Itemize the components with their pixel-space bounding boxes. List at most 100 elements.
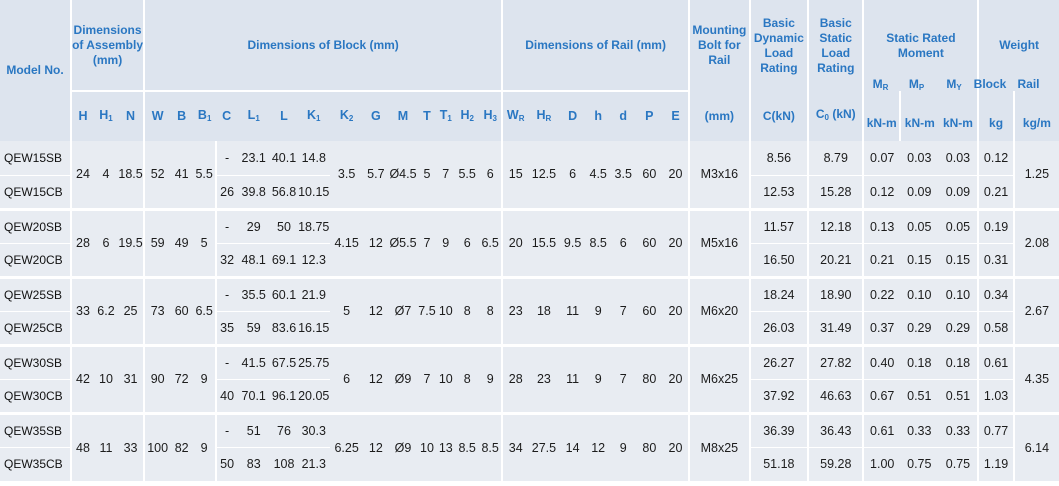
value-cell-G: 12 xyxy=(363,207,389,277)
value-cell-W: 59 xyxy=(144,207,171,277)
column-header-label: P xyxy=(645,109,654,123)
value-cell-WR: 15 xyxy=(502,141,529,209)
value-cell-T: 7 xyxy=(417,343,437,413)
value-cell-h: 9 xyxy=(585,275,611,345)
value-cell-N: 18.5 xyxy=(117,141,146,209)
value-cell-H3: 6.5 xyxy=(479,207,504,277)
value-cell-T: 7.5 xyxy=(417,275,437,345)
value-cell-C0: 15.28 xyxy=(808,174,865,209)
value-cell-Cdyn: 51.18 xyxy=(749,446,810,481)
value-cell-B: 41 xyxy=(170,141,194,209)
value-cell-H: 24 xyxy=(71,141,94,209)
value-cell-MY: 0.18 xyxy=(938,343,980,379)
value-cell-rail-kg: 2.67 xyxy=(1013,275,1059,345)
column-header-label: K xyxy=(339,107,349,122)
value-cell-B1: 9 xyxy=(193,411,218,481)
column-header-label: M xyxy=(397,109,409,123)
value-cell-T: 10 xyxy=(417,411,437,481)
column-header-label: W xyxy=(506,107,519,122)
model-cell: QEW30SB xyxy=(0,343,72,379)
value-cell-MP: 0.51 xyxy=(899,378,939,413)
value-cell-block_kg: 0.12 xyxy=(978,141,1015,175)
value-cell-M: Ø9 xyxy=(388,343,418,413)
value-cell-HR: 18 xyxy=(528,275,560,345)
value-cell-rail-kg: 2.08 xyxy=(1013,207,1059,277)
value-cell-H: 33 xyxy=(71,275,94,345)
value-cell-D: 14 xyxy=(559,411,586,481)
value-cell-HR: 27.5 xyxy=(528,411,560,481)
value-cell-rail-kg: 4.35 xyxy=(1013,343,1059,413)
column-header-label: E xyxy=(671,109,680,123)
value-cell-B: 60 xyxy=(170,275,194,345)
value-cell-MY: 0.03 xyxy=(938,141,980,175)
value-cell-L1: 70.1 xyxy=(237,378,271,413)
value-cell-W: 90 xyxy=(144,343,171,413)
value-cell-MR: 0.40 xyxy=(863,343,900,379)
value-cell-K2: 3.5 xyxy=(329,141,364,209)
value-cell-K2: 5 xyxy=(329,275,364,345)
value-cell-L: 67.5 xyxy=(270,343,298,379)
model-cell: QEW20CB xyxy=(0,242,72,277)
column-header: kN-m xyxy=(899,91,939,141)
value-cell-N: 31 xyxy=(117,343,146,413)
value-cell-WR: 23 xyxy=(502,275,529,345)
column-header: D xyxy=(559,91,586,141)
column-header-label: H xyxy=(99,107,109,122)
value-cell-L1: 41.5 xyxy=(237,343,271,379)
column-header: C0 (kN) xyxy=(808,91,865,141)
value-cell-bolt: M8x25 xyxy=(689,411,751,481)
model-cell: QEW15CB xyxy=(0,174,72,209)
value-cell-C0: 20.21 xyxy=(808,242,865,277)
value-cell-L1: 35.5 xyxy=(237,275,271,311)
value-cell-B: 49 xyxy=(170,207,194,277)
value-cell-H: 42 xyxy=(71,343,94,413)
column-header: L1 xyxy=(237,91,271,141)
value-cell-L: 83.6 xyxy=(270,310,298,345)
value-cell-H1: 10 xyxy=(93,343,118,413)
column-header: d xyxy=(610,91,636,141)
value-cell-W: 100 xyxy=(144,411,171,481)
value-cell-MY: 0.05 xyxy=(938,207,980,243)
value-cell-bolt: M5x16 xyxy=(689,207,751,277)
value-cell-T1: 13 xyxy=(436,411,456,481)
value-cell-MP: 0.29 xyxy=(899,310,939,345)
value-cell-H1: 11 xyxy=(93,411,118,481)
column-header-subscript: 3 xyxy=(492,113,497,123)
value-cell-L: 96.1 xyxy=(270,378,298,413)
column-header: h xyxy=(585,91,611,141)
value-cell-Cdyn: 26.27 xyxy=(749,343,810,379)
value-cell-K1: 16.15 xyxy=(297,310,330,345)
column-header: kg/m xyxy=(1013,91,1059,141)
column-header: T1 xyxy=(436,91,456,141)
value-cell-MR: 0.67 xyxy=(863,378,900,413)
value-cell-Cdyn: 36.39 xyxy=(749,411,810,447)
value-cell-C: 32 xyxy=(216,242,238,277)
value-cell-L: 76 xyxy=(270,411,298,447)
column-header: B1 xyxy=(193,91,217,141)
value-cell-D: 9.5 xyxy=(559,207,586,277)
value-cell-WR: 20 xyxy=(502,207,529,277)
value-cell-MY: 0.51 xyxy=(938,378,980,413)
column-header: C xyxy=(216,91,238,141)
value-cell-D: 11 xyxy=(559,343,586,413)
value-cell-MR: 0.22 xyxy=(863,275,900,311)
value-cell-block_kg: 1.03 xyxy=(978,378,1015,413)
value-cell-H2: 6 xyxy=(455,207,480,277)
value-cell-T1: 7 xyxy=(436,141,456,209)
value-cell-E: 20 xyxy=(662,343,691,413)
value-cell-MP: 0.18 xyxy=(899,343,939,379)
value-cell-T: 7 xyxy=(417,207,437,277)
value-cell-MP: 0.09 xyxy=(899,174,939,209)
assembly-dimensions-header: Dimensions of Assembly (mm) xyxy=(71,0,146,92)
my-subheader: MY xyxy=(935,77,973,92)
value-cell-N: 25 xyxy=(117,275,146,345)
value-cell-B1: 9 xyxy=(193,343,218,413)
value-cell-G: 12 xyxy=(363,275,389,345)
value-cell-H3: 9 xyxy=(479,343,504,413)
value-cell-Cdyn: 16.50 xyxy=(749,242,810,277)
mp-subheader-subscript: P xyxy=(918,83,925,92)
value-cell-L1: 51 xyxy=(237,411,271,447)
value-cell-L1: 39.8 xyxy=(237,174,271,209)
value-cell-B: 72 xyxy=(170,343,194,413)
value-cell-T1: 10 xyxy=(436,275,456,345)
